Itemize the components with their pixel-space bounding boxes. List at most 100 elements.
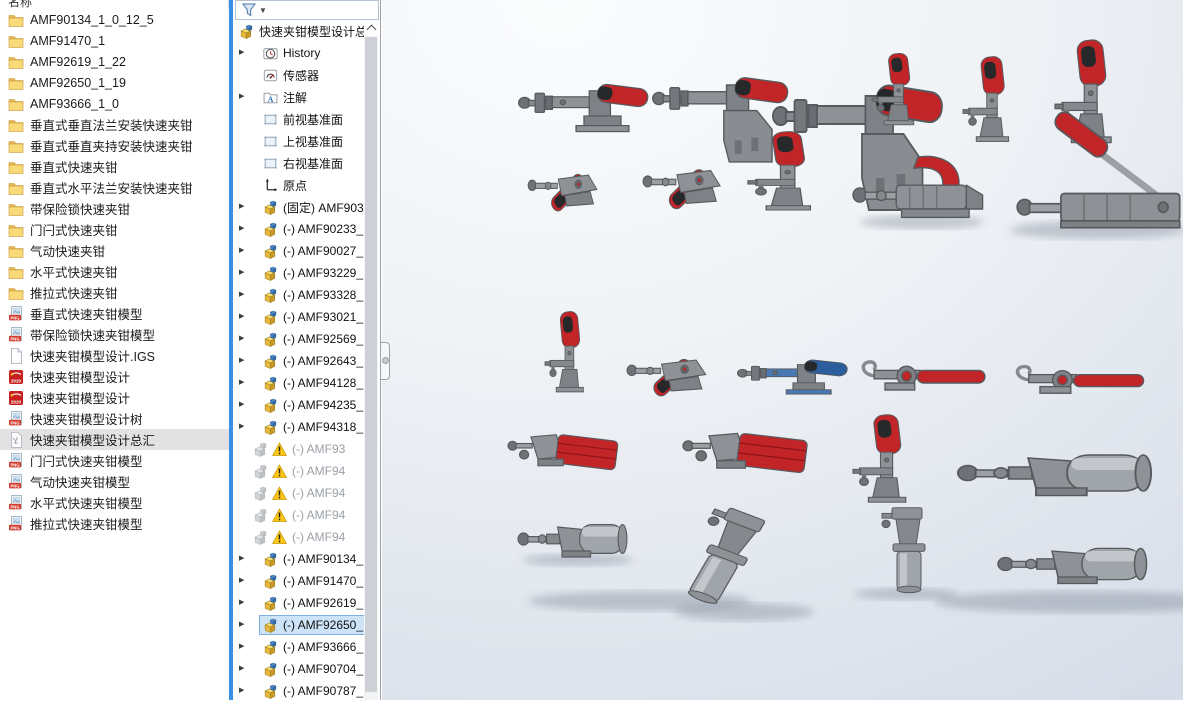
tree-item-4[interactable]: 前视基准面 xyxy=(233,108,379,130)
inline-push-clamp[interactable] xyxy=(627,357,706,399)
tree-item-3[interactable]: ▶注解 xyxy=(233,86,379,108)
horizontal-clamp-flange[interactable] xyxy=(519,83,649,131)
expand-arrow-icon[interactable]: ▶ xyxy=(239,218,249,240)
file-item-13[interactable]: 水平式快速夹钳 xyxy=(0,261,229,282)
tree-item-28[interactable]: ▶(-) AMF93666_ xyxy=(233,636,379,658)
expand-arrow-icon[interactable]: ▶ xyxy=(239,306,249,328)
red-bar-clamp-2[interactable] xyxy=(683,433,808,473)
scroll-up-button[interactable] xyxy=(364,20,378,36)
latch-clamp-plate[interactable] xyxy=(1017,367,1143,394)
scrollbar-thumb[interactable] xyxy=(365,37,377,692)
pneumatic-clamp-large[interactable] xyxy=(958,455,1151,496)
tree-item-8[interactable]: ▶(固定) AMF903 xyxy=(233,196,379,218)
tree-item-14[interactable]: ▶(-) AMF92569_ xyxy=(233,328,379,350)
tree-item-19[interactable]: (-) AMF93 xyxy=(233,438,379,460)
tree-scrollbar[interactable] xyxy=(364,20,378,700)
tree-item-6[interactable]: 右视基准面 xyxy=(233,152,379,174)
expand-arrow-icon[interactable]: ▶ xyxy=(239,350,249,372)
filter-dropdown-caret[interactable]: ▼ xyxy=(259,6,267,15)
tree-item-30[interactable]: ▶(-) AMF90787_ xyxy=(233,680,379,702)
low-profile-clamp-2[interactable] xyxy=(643,167,720,212)
expand-arrow-icon[interactable]: ▶ xyxy=(239,416,249,438)
file-item-21[interactable]: 快速夹钳模型设计总汇 xyxy=(0,429,229,450)
tree-item-26[interactable]: ▶(-) AMF92619_ xyxy=(233,592,379,614)
expand-arrow-icon[interactable]: ▶ xyxy=(239,680,249,702)
file-item-11[interactable]: 门闩式快速夹钳 xyxy=(0,219,229,240)
expand-arrow-icon[interactable]: ▶ xyxy=(239,196,249,218)
vertical-clamp-red-arm[interactable] xyxy=(853,414,906,502)
expand-arrow-icon[interactable]: ▶ xyxy=(239,548,249,570)
tree-item-7[interactable]: 原点 xyxy=(233,174,379,196)
pneumatic-cylinder-vertical[interactable] xyxy=(882,508,925,593)
tree-item-9[interactable]: ▶(-) AMF90233_ xyxy=(233,218,379,240)
file-item-8[interactable]: 垂直式快速夹钳 xyxy=(0,156,229,177)
tree-item-10[interactable]: ▶(-) AMF90027_ xyxy=(233,240,379,262)
latch-clamp-hook[interactable] xyxy=(863,362,985,390)
tree-item-21[interactable]: (-) AMF94 xyxy=(233,482,379,504)
file-item-6[interactable]: 垂直式垂直法兰安装快速夹钳 xyxy=(0,114,229,135)
file-item-20[interactable]: 快速夹钳模型设计树 xyxy=(0,408,229,429)
file-item-3[interactable]: AMF92619_1_22 xyxy=(0,51,229,72)
file-item-16[interactable]: 带保险锁快速夹钳模型 xyxy=(0,324,229,345)
expand-arrow-icon[interactable]: ▶ xyxy=(239,592,249,614)
expand-arrow-icon[interactable]: ▶ xyxy=(239,262,249,284)
tree-item-5[interactable]: 上视基准面 xyxy=(233,130,379,152)
tree-item-23[interactable]: (-) AMF94 xyxy=(233,526,379,548)
horizontal-clamp-u-bracket[interactable] xyxy=(653,77,789,162)
low-profile-clamp-1[interactable] xyxy=(528,172,597,214)
file-item-25[interactable]: 推拉式快速夹钳模型 xyxy=(0,513,229,534)
expand-arrow-icon[interactable]: ▶ xyxy=(239,284,249,306)
file-item-5[interactable]: AMF93666_1_0 xyxy=(0,93,229,114)
tree-item-11[interactable]: ▶(-) AMF93229_ xyxy=(233,262,379,284)
expand-arrow-icon[interactable]: ▶ xyxy=(239,42,249,64)
tree-item-16[interactable]: ▶(-) AMF94128_ xyxy=(233,372,379,394)
tree-item-12[interactable]: ▶(-) AMF93328_ xyxy=(233,284,379,306)
file-item-2[interactable]: AMF91470_1 xyxy=(0,30,229,51)
expand-arrow-icon[interactable]: ▶ xyxy=(239,240,249,262)
expand-arrow-icon[interactable]: ▶ xyxy=(239,394,249,416)
file-item-22[interactable]: 门闩式快速夹钳模型 xyxy=(0,450,229,471)
tree-item-27[interactable]: ▶(-) AMF92650_ xyxy=(233,614,379,636)
vertical-clamp-medium[interactable] xyxy=(963,56,1009,142)
file-item-23[interactable]: 气动快速夹钳模型 xyxy=(0,471,229,492)
file-item-12[interactable]: 气动快速夹钳 xyxy=(0,240,229,261)
expand-arrow-icon[interactable]: ▶ xyxy=(239,372,249,394)
file-item-18[interactable]: 快速夹钳模型设计 xyxy=(0,366,229,387)
expand-arrow-icon[interactable]: ▶ xyxy=(239,570,249,592)
tree-item-13[interactable]: ▶(-) AMF93021_ xyxy=(233,306,379,328)
file-item-7[interactable]: 垂直式垂直夹持安装快速夹钳 xyxy=(0,135,229,156)
tree-item-17[interactable]: ▶(-) AMF94235_ xyxy=(233,394,379,416)
tree-item-15[interactable]: ▶(-) AMF92643_ xyxy=(233,350,379,372)
file-item-19[interactable]: 快速夹钳模型设计 xyxy=(0,387,229,408)
file-item-9[interactable]: 垂直式水平法兰安装快速夹钳 xyxy=(0,177,229,198)
file-item-4[interactable]: AMF92650_1_19 xyxy=(0,72,229,93)
file-item-17[interactable]: 快速夹钳模型设计.IGS xyxy=(0,345,229,366)
vertical-clamp-tall[interactable] xyxy=(545,311,583,392)
pneumatic-clamp-small[interactable] xyxy=(518,525,627,557)
tree-item-20[interactable]: (-) AMF94 xyxy=(233,460,379,482)
tree-item-24[interactable]: ▶(-) AMF90134_ xyxy=(233,548,379,570)
pneumatic-clamp-long[interactable] xyxy=(998,548,1147,583)
file-item-24[interactable]: 水平式快速夹钳模型 xyxy=(0,492,229,513)
expand-arrow-icon[interactable]: ▶ xyxy=(239,86,249,108)
explorer-column-header[interactable]: 名称 xyxy=(0,0,229,9)
expand-arrow-icon[interactable]: ▶ xyxy=(239,636,249,658)
expand-arrow-icon[interactable]: ▶ xyxy=(239,658,249,680)
tree-item-18[interactable]: ▶(-) AMF94318_ xyxy=(233,416,379,438)
tree-item-1[interactable]: ▶History xyxy=(233,42,379,64)
red-bar-clamp-1[interactable] xyxy=(508,434,618,470)
expand-arrow-icon[interactable]: ▶ xyxy=(239,614,249,636)
file-item-14[interactable]: 推拉式快速夹钳 xyxy=(0,282,229,303)
graphics-viewport[interactable] xyxy=(382,0,1183,700)
tree-item-2[interactable]: 传感器 xyxy=(233,64,379,86)
file-item-1[interactable]: AMF90134_1_0_12_5 xyxy=(0,9,229,30)
tree-item-root[interactable]: 快速夹钳模型设计总 xyxy=(233,20,379,42)
file-item-10[interactable]: 带保险锁快速夹钳 xyxy=(0,198,229,219)
horizontal-clamp-blue[interactable] xyxy=(738,359,849,394)
file-item-15[interactable]: 垂直式快速夹钳模型 xyxy=(0,303,229,324)
tree-item-29[interactable]: ▶(-) AMF90704_ xyxy=(233,658,379,680)
tree-item-22[interactable]: (-) AMF94 xyxy=(233,504,379,526)
tree-filter-box[interactable]: ▼ xyxy=(235,0,379,20)
panel-collapse-handle[interactable] xyxy=(381,342,390,380)
expand-arrow-icon[interactable]: ▶ xyxy=(239,328,249,350)
